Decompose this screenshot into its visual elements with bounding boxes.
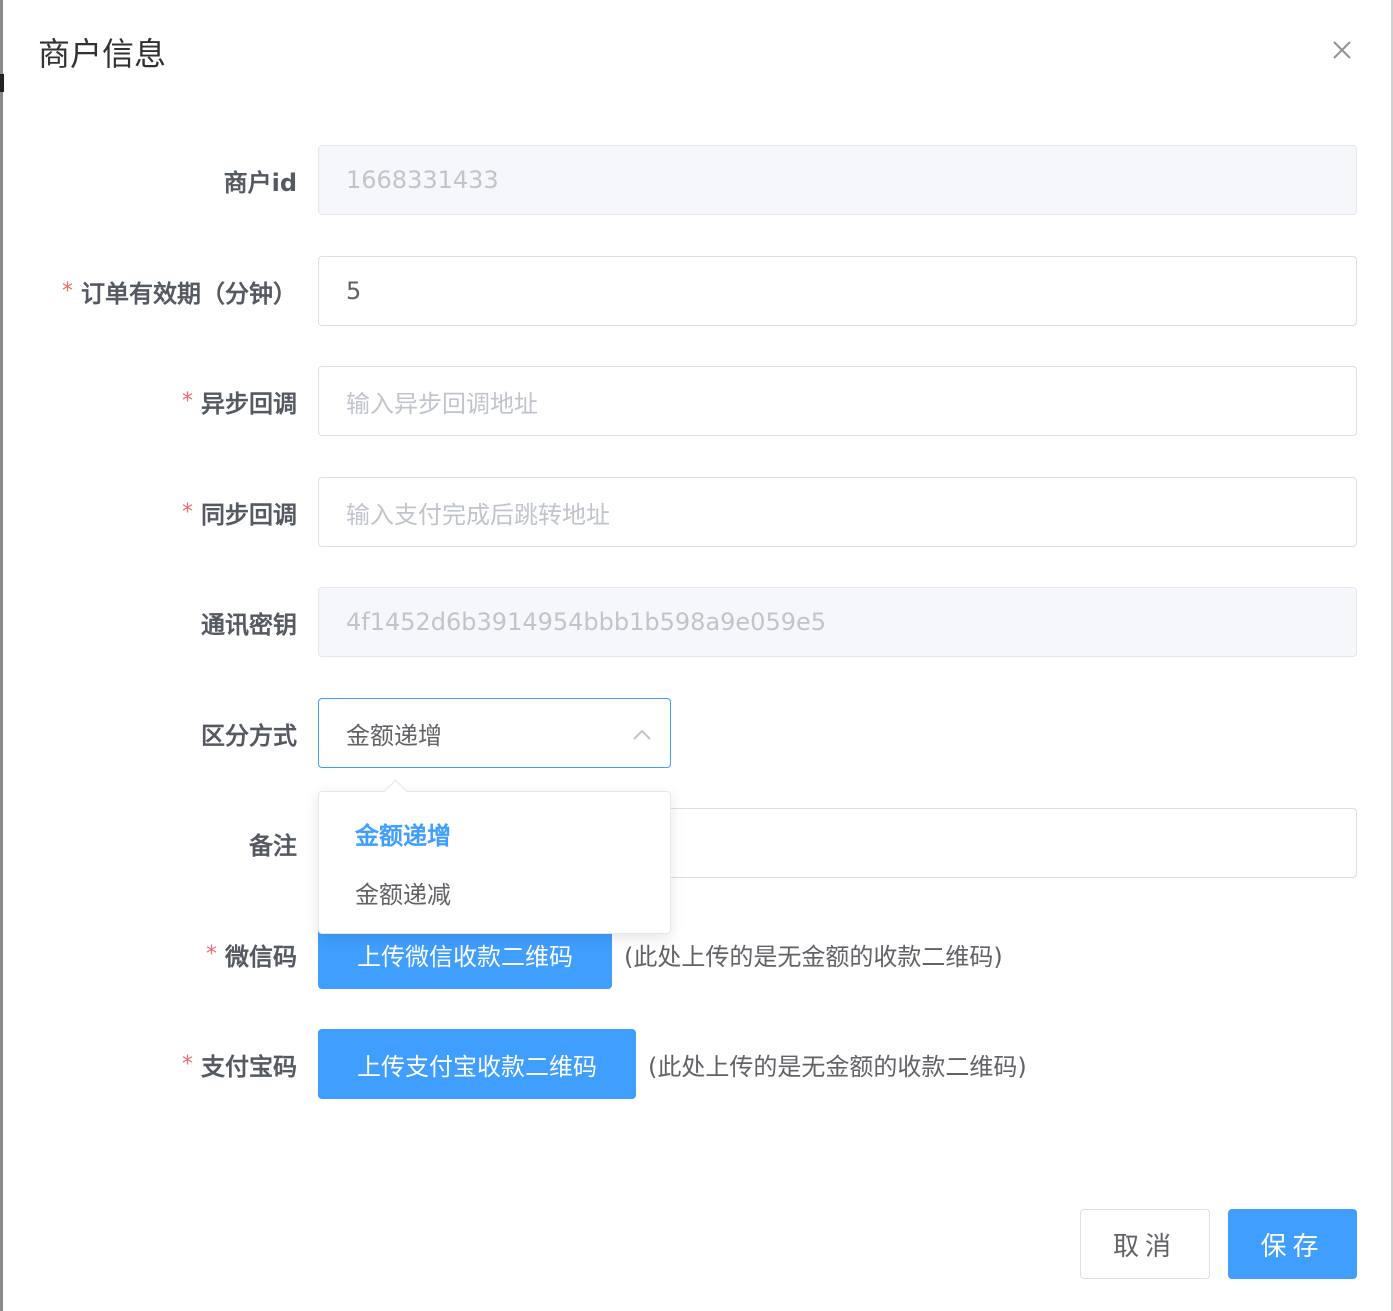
form-row-order-expiry: * 订单有效期（分钟） 5: [0, 256, 1393, 326]
merchant-id-label-text: 商户id: [223, 168, 297, 197]
distinguish-mode-dropdown: 金额递增 金额递减: [318, 779, 671, 934]
async-callback-input[interactable]: 输入异步回调地址: [318, 366, 1357, 436]
distinguish-mode-select[interactable]: 金额递增: [318, 698, 671, 768]
secret-key-input: 4f1452d6b3914954bbb1b598a9e059e5: [318, 587, 1357, 657]
close-icon[interactable]: [1326, 34, 1358, 66]
required-mark: *: [182, 388, 193, 414]
form-row-secret-key: 通讯密钥 4f1452d6b3914954bbb1b598a9e059e5: [0, 587, 1393, 657]
form-row-sync-callback: * 同步回调 输入支付完成后跳转地址: [0, 477, 1393, 547]
wechat-code-label: * 微信码: [206, 919, 297, 989]
form-row-merchant-id: 商户id 1668331433: [0, 145, 1393, 215]
distinguish-mode-selected: 金额递增: [346, 721, 442, 750]
alipay-code-label: * 支付宝码: [182, 1029, 297, 1099]
required-mark: *: [206, 941, 217, 967]
form-row-distinguish-mode: 区分方式 金额递增: [0, 698, 1393, 768]
dropdown-option-decrease[interactable]: 金额递减: [319, 862, 670, 922]
async-callback-label-text: 异步回调: [201, 389, 297, 418]
async-callback-placeholder: 输入异步回调地址: [346, 389, 538, 418]
order-expiry-label-text: 订单有效期（分钟）: [81, 279, 297, 308]
distinguish-mode-label-text: 区分方式: [201, 721, 297, 750]
sync-callback-label-text: 同步回调: [201, 500, 297, 529]
required-mark: *: [182, 499, 193, 525]
alipay-code-hint: (此处上传的是无金额的收款二维码): [648, 1052, 1027, 1081]
cancel-button[interactable]: 取消: [1080, 1209, 1210, 1279]
alipay-code-label-text: 支付宝码: [201, 1052, 297, 1081]
wechat-code-label-text: 微信码: [225, 942, 297, 971]
merchant-id-input: 1668331433: [318, 145, 1357, 215]
merchant-id-label: 商户id: [224, 145, 297, 215]
window-edge-notch: [0, 74, 4, 92]
chevron-up-icon: [632, 723, 652, 751]
required-mark: *: [62, 278, 73, 304]
distinguish-mode-label: 区分方式: [201, 698, 297, 768]
form-row-alipay-code: * 支付宝码 上传支付宝收款二维码 (此处上传的是无金额的收款二维码): [0, 1029, 1393, 1099]
remark-label: 备注: [249, 808, 297, 878]
sync-callback-input[interactable]: 输入支付完成后跳转地址: [318, 477, 1357, 547]
form-row-wechat-code: * 微信码 上传微信收款二维码 (此处上传的是无金额的收款二维码): [0, 919, 1393, 989]
required-mark: *: [182, 1051, 193, 1077]
upload-alipay-qr-button[interactable]: 上传支付宝收款二维码: [318, 1029, 636, 1099]
dialog-title: 商户信息: [38, 35, 167, 73]
dropdown-caret: [383, 779, 408, 804]
secret-key-label: 通讯密钥: [201, 587, 297, 657]
order-expiry-value: 5: [346, 277, 362, 305]
wechat-code-hint: (此处上传的是无金额的收款二维码): [624, 942, 1003, 971]
async-callback-label: * 异步回调: [182, 366, 297, 436]
form-row-async-callback: * 异步回调 输入异步回调地址: [0, 366, 1393, 436]
dropdown-option-increase[interactable]: 金额递增: [319, 803, 670, 863]
order-expiry-input[interactable]: 5: [318, 256, 1357, 326]
order-expiry-label: * 订单有效期（分钟）: [62, 256, 297, 326]
merchant-id-value: 1668331433: [346, 166, 499, 194]
sync-callback-placeholder: 输入支付完成后跳转地址: [346, 500, 610, 529]
secret-key-label-text: 通讯密钥: [201, 610, 297, 639]
sync-callback-label: * 同步回调: [182, 477, 297, 547]
form-row-remark: 备注: [0, 808, 1393, 878]
secret-key-value: 4f1452d6b3914954bbb1b598a9e059e5: [346, 608, 827, 636]
save-button[interactable]: 保存: [1228, 1209, 1357, 1279]
remark-label-text: 备注: [249, 831, 297, 860]
